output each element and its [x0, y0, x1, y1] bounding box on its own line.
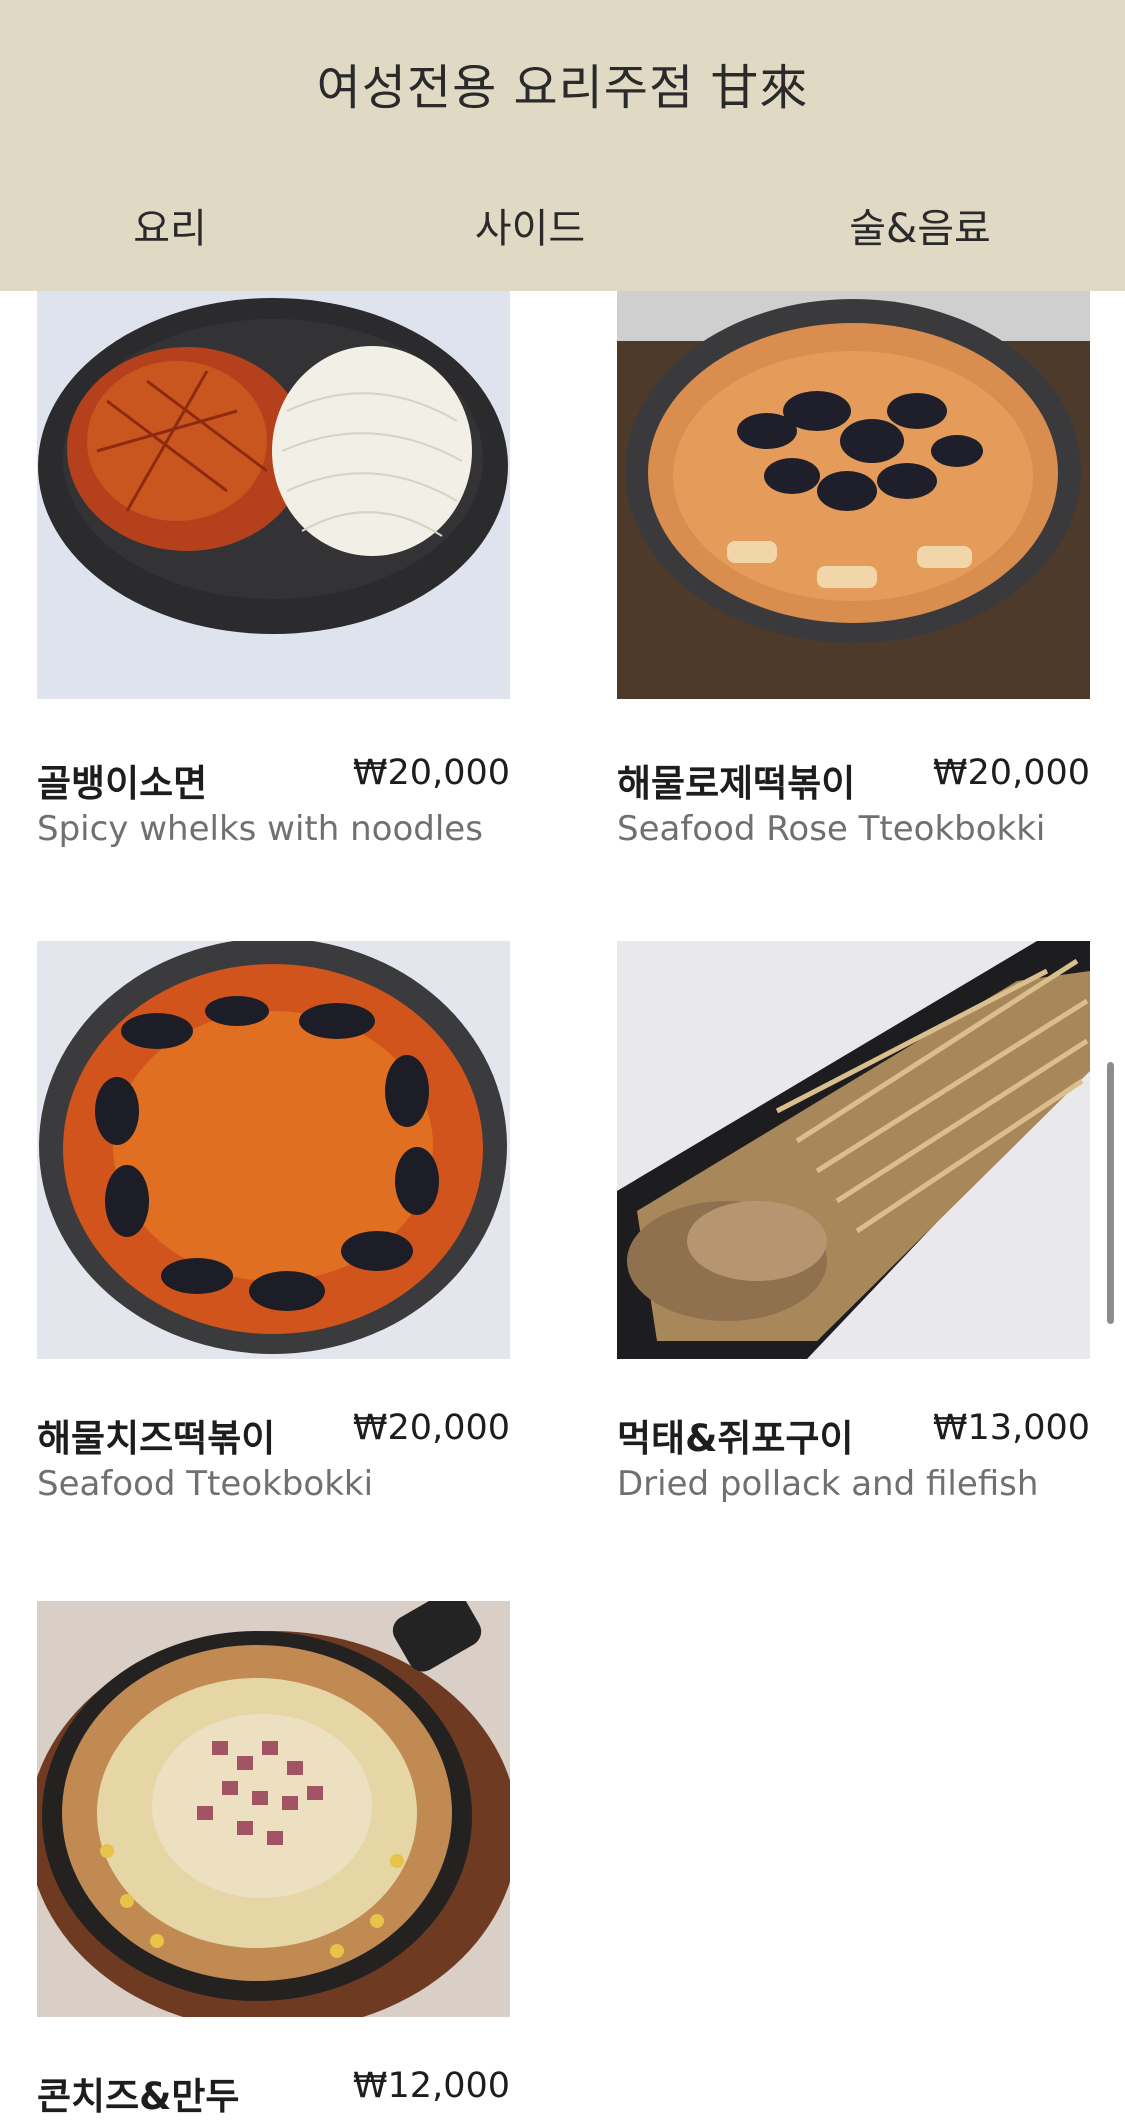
food-photo — [37, 941, 510, 1359]
menu-item-price: ₩13,000 — [932, 1408, 1090, 1448]
food-photo — [617, 291, 1090, 699]
tab-dishes[interactable]: 요리 — [70, 196, 270, 254]
menu-item-name: 해물로제떡볶이 — [617, 762, 856, 805]
menu-item-description: Seafood Rose Tteokbokki — [617, 809, 1046, 849]
menu-item-description: Dried pollack and filefish — [617, 1464, 1039, 1504]
menu-item-name: 먹태&쥐포구이 — [617, 1417, 854, 1460]
tab-sides[interactable]: 사이드 — [430, 196, 630, 254]
tab-drinks[interactable]: 술&음료 — [820, 196, 1020, 254]
food-photo — [617, 941, 1090, 1359]
menu-item-price: ₩20,000 — [352, 753, 510, 793]
menu-item-card[interactable]: 골뱅이소면 ₩20,000 Spicy whelks with noodles — [37, 291, 510, 851]
store-title: 여성전용 요리주점 甘來 — [316, 60, 809, 116]
app-header: 여성전용 요리주점 甘來 요리 사이드 술&음료 — [0, 0, 1125, 291]
food-photo — [37, 291, 510, 699]
menu-item-description: Spicy whelks with noodles — [37, 809, 483, 849]
menu-item-card[interactable]: 해물로제떡볶이 ₩20,000 Seafood Rose Tteokbokki — [617, 291, 1090, 851]
menu-list: 골뱅이소면 ₩20,000 Spicy whelks with noodles — [0, 0, 1125, 2119]
menu-item-price: ₩20,000 — [352, 1408, 510, 1448]
menu-item-price: ₩20,000 — [932, 753, 1090, 793]
scrollbar[interactable] — [1107, 1062, 1114, 1324]
menu-item-description: Seafood Tteokbokki — [37, 1464, 374, 1504]
menu-item-card[interactable]: 먹태&쥐포구이 ₩13,000 Dried pollack and filefi… — [617, 941, 1090, 1504]
menu-item-name: 해물치즈떡볶이 — [37, 1417, 276, 1460]
menu-item-price: ₩12,000 — [352, 2066, 510, 2106]
food-photo — [37, 1601, 510, 2017]
menu-item-card[interactable]: 콘치즈&만두 ₩12,000 — [37, 1601, 510, 2119]
menu-item-name: 골뱅이소면 — [37, 762, 208, 805]
menu-item-name: 콘치즈&만두 — [37, 2075, 240, 2118]
menu-item-card[interactable]: 해물치즈떡볶이 ₩20,000 Seafood Tteokbokki — [37, 941, 510, 1504]
